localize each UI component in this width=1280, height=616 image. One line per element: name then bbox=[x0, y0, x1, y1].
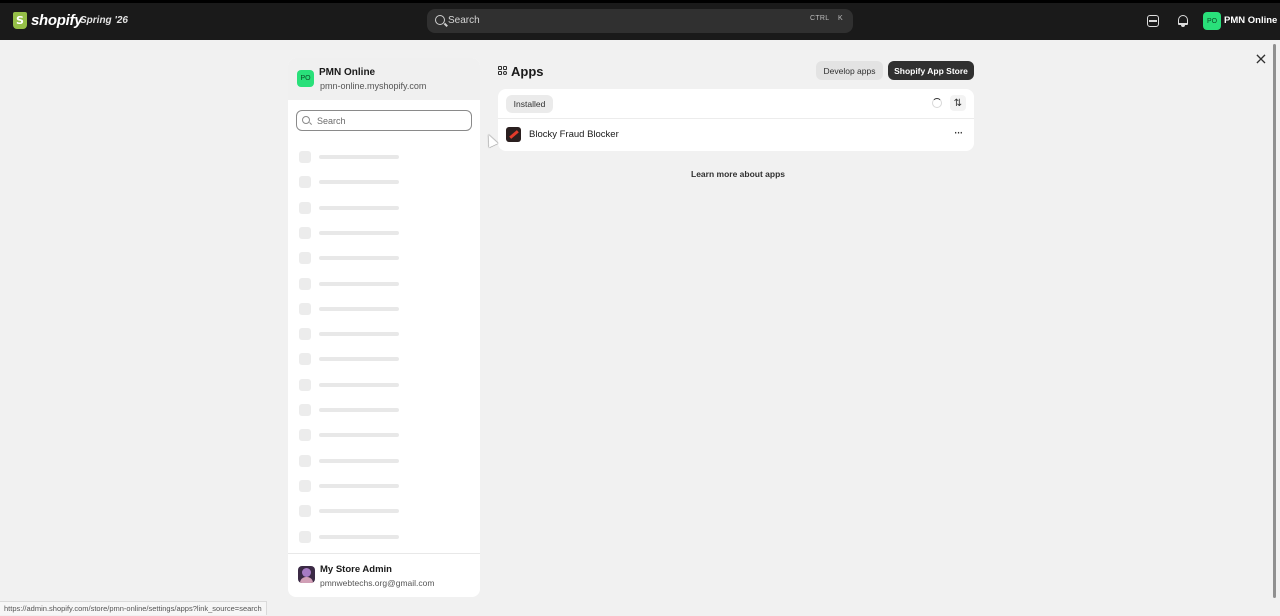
skeleton-line bbox=[319, 306, 399, 311]
scrollbar[interactable] bbox=[1273, 44, 1276, 598]
skeleton-line bbox=[319, 483, 399, 488]
skeleton-line bbox=[319, 382, 399, 387]
skeleton-nav-item bbox=[299, 505, 474, 518]
skeleton-line bbox=[319, 534, 399, 539]
develop-apps-button[interactable]: Develop apps bbox=[816, 61, 883, 80]
store-avatar: PO bbox=[297, 70, 314, 87]
user-name: My Store Admin bbox=[320, 564, 392, 575]
store-avatar[interactable]: PO bbox=[1203, 12, 1221, 30]
skeleton-line bbox=[319, 180, 399, 185]
skeleton-icon bbox=[299, 429, 311, 442]
top-edge bbox=[0, 0, 1280, 3]
shopify-logo[interactable]: shopify bbox=[13, 12, 83, 29]
close-button[interactable]: × bbox=[1254, 51, 1268, 67]
settings-search-placeholder: Search bbox=[317, 116, 346, 126]
user-avatar bbox=[298, 566, 315, 583]
skeleton-icon bbox=[299, 252, 311, 265]
installed-apps-card: Installed ⇅ Blocky Fraud Blocker ··· bbox=[498, 89, 974, 151]
store-header[interactable]: PO PMN Online pmn-online.myshopify.com bbox=[288, 58, 480, 100]
skeleton-icon bbox=[299, 378, 311, 391]
skeleton-nav-item bbox=[299, 252, 474, 265]
store-domain: pmn-online.myshopify.com bbox=[320, 81, 427, 91]
skeleton-line bbox=[319, 256, 399, 261]
bell-icon[interactable] bbox=[1177, 15, 1189, 27]
skeleton-icon bbox=[299, 404, 311, 416]
skeleton-icon bbox=[299, 302, 311, 315]
tab-installed[interactable]: Installed bbox=[506, 95, 553, 113]
skeleton-nav-item bbox=[299, 530, 474, 543]
skeleton-nav-item bbox=[299, 201, 474, 214]
skeleton-icon bbox=[299, 530, 311, 543]
learn-more-link[interactable]: Learn more about apps bbox=[691, 169, 785, 179]
settings-search-input[interactable]: Search bbox=[296, 110, 472, 131]
store-menu-name[interactable]: PMN Online bbox=[1224, 15, 1277, 26]
skeleton-icon bbox=[299, 328, 311, 341]
skeleton-line bbox=[319, 332, 399, 337]
app-logo-icon bbox=[506, 127, 521, 142]
skeleton-nav-item bbox=[299, 429, 474, 442]
shortcut-key: K bbox=[838, 15, 843, 22]
shopify-app-store-button[interactable]: Shopify App Store bbox=[888, 61, 974, 80]
skeleton-nav-item bbox=[299, 404, 474, 416]
user-footer[interactable]: My Store Admin pmnwebtechs.org@gmail.com bbox=[288, 553, 480, 597]
app-name[interactable]: Blocky Fraud Blocker bbox=[529, 129, 619, 140]
skeleton-line bbox=[319, 155, 399, 159]
more-actions-button[interactable]: ··· bbox=[950, 126, 966, 142]
skeleton-icon bbox=[299, 201, 311, 214]
skeleton-nav-item bbox=[299, 302, 474, 315]
shopify-logo-icon bbox=[13, 12, 27, 29]
sort-button[interactable]: ⇅ bbox=[950, 95, 966, 111]
skeleton-icon bbox=[299, 479, 311, 492]
skeleton-nav-item bbox=[299, 226, 474, 239]
skeleton-icon bbox=[299, 353, 311, 366]
skeleton-line bbox=[319, 357, 399, 362]
skeleton-icon bbox=[299, 277, 311, 290]
divider bbox=[498, 118, 974, 119]
skeleton-line bbox=[319, 408, 399, 412]
skeleton-icon bbox=[299, 151, 311, 163]
skeleton-line bbox=[319, 281, 399, 286]
store-name: PMN Online bbox=[319, 67, 376, 78]
skeleton-line bbox=[319, 458, 399, 463]
skeleton-icon bbox=[299, 226, 311, 239]
skeleton-icon bbox=[299, 505, 311, 518]
skeleton-nav-item bbox=[299, 454, 474, 467]
top-bar: shopify Spring '26 Search CTRL K PO PMN … bbox=[0, 0, 1280, 40]
apps-icon bbox=[498, 66, 508, 76]
status-bar-url: https://admin.shopify.com/store/pmn-onli… bbox=[0, 601, 267, 615]
settings-sidebar: PO PMN Online pmn-online.myshopify.com S… bbox=[288, 58, 480, 597]
skeleton-nav-item bbox=[299, 277, 474, 290]
skeleton-line bbox=[319, 509, 399, 514]
skeleton-nav-item bbox=[299, 378, 474, 391]
skeleton-icon bbox=[299, 454, 311, 467]
skeleton-nav-item bbox=[299, 328, 474, 341]
skeleton-nav-item bbox=[299, 151, 474, 163]
user-email: pmnwebtechs.org@gmail.com bbox=[320, 578, 435, 588]
skeleton-line bbox=[319, 230, 399, 235]
skeleton-line bbox=[319, 433, 399, 438]
loading-spinner-icon bbox=[932, 98, 942, 108]
skeleton-line bbox=[319, 205, 399, 210]
global-search-placeholder: Search bbox=[448, 15, 480, 26]
skeleton-nav-item bbox=[299, 353, 474, 366]
skeleton-nav-item bbox=[299, 176, 474, 189]
store-icon[interactable] bbox=[1147, 15, 1159, 27]
search-icon bbox=[435, 15, 445, 25]
page-title: Apps bbox=[511, 64, 544, 79]
search-icon bbox=[302, 116, 310, 124]
skeleton-icon bbox=[299, 176, 311, 189]
logo-text: shopify bbox=[31, 12, 83, 29]
edition-label: Spring '26 bbox=[80, 15, 128, 26]
skeleton-nav-item bbox=[299, 479, 474, 492]
global-search-bar[interactable]: Search CTRL K bbox=[427, 9, 853, 33]
shortcut-ctrl: CTRL bbox=[810, 15, 830, 22]
